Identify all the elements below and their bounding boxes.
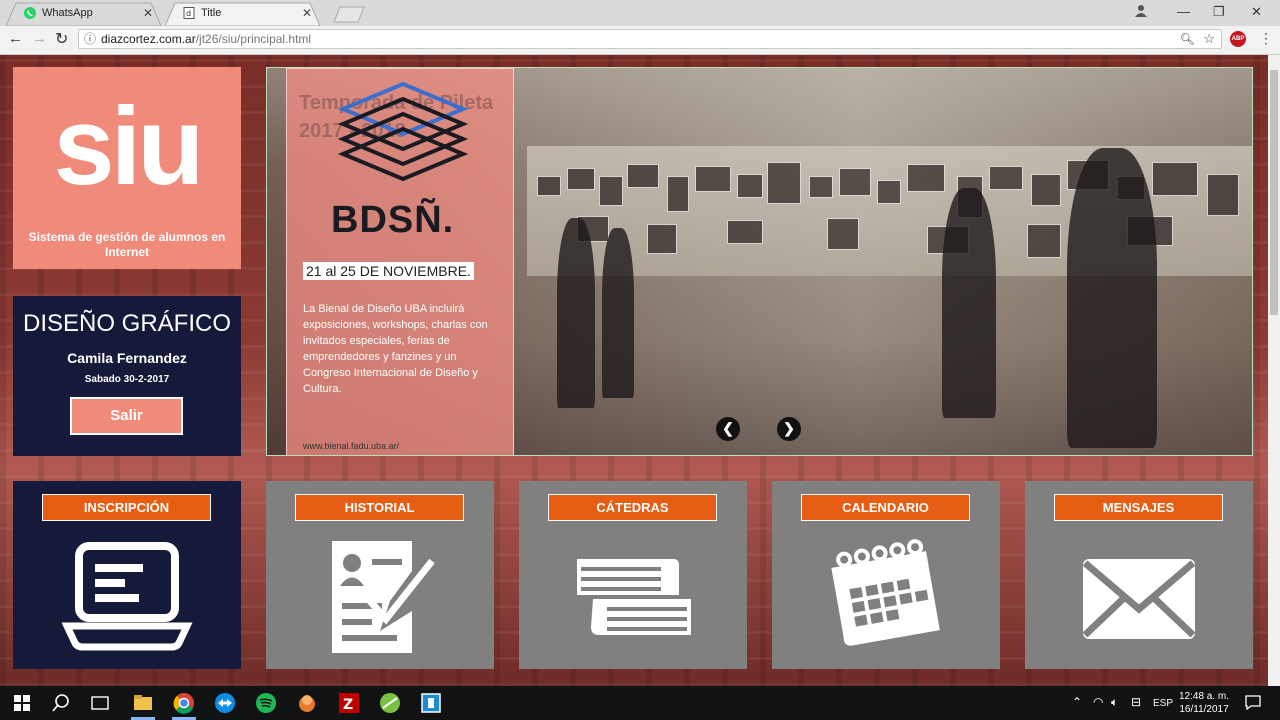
page-icon: d [183, 7, 195, 19]
svg-text:Z: Z [343, 697, 353, 713]
adblock-extension-icon[interactable]: ABP [1230, 31, 1246, 47]
reload-icon[interactable]: ↻ [55, 29, 68, 49]
logout-button[interactable]: Salir [70, 397, 183, 435]
menu-kebab-icon[interactable]: ⋮ [1259, 30, 1273, 47]
visitor-silhouette [1067, 148, 1157, 448]
calendar-icon [831, 539, 940, 646]
tab-label: Title [201, 7, 222, 19]
tab-title[interactable]: d Title ✕ [165, 2, 320, 26]
poster-brand: BDSÑ. [331, 199, 455, 241]
career-title: DISEÑO GRÁFICO [22, 310, 232, 337]
envelope-icon [1082, 559, 1196, 639]
game-app-icon[interactable] [296, 692, 318, 714]
scrollbar-thumb[interactable] [1270, 70, 1278, 315]
notifications-icon[interactable] [1244, 693, 1262, 711]
volume-icon[interactable]: 🔈︎ [1111, 695, 1118, 710]
tab-label: WhatsApp [42, 7, 93, 19]
visitor-silhouette [942, 188, 996, 418]
tile-label: CÁTEDRAS [548, 494, 717, 521]
zoom-icon[interactable]: 🔍︎ [1180, 30, 1195, 48]
siu-logo: SIU [53, 85, 205, 208]
carousel-next-button[interactable]: ❯ [777, 417, 801, 441]
carousel-prev-button[interactable]: ❮ [716, 417, 740, 441]
poster-dates: 21 al 25 DE NOVIEMBRE. [303, 262, 474, 280]
green-app-icon[interactable] [379, 692, 401, 714]
tile-label: INSCRIPCIÓN [42, 494, 211, 521]
tile-mensajes[interactable]: MENSAJES [1025, 481, 1253, 669]
spotify-icon[interactable] [255, 692, 277, 714]
wifi-icon[interactable]: ◠ [1093, 695, 1103, 709]
bookmark-star-icon[interactable]: ☆ [1203, 30, 1215, 48]
minimize-icon[interactable]: — [1177, 4, 1190, 19]
books-icon [577, 559, 691, 635]
back-icon[interactable]: ← [8, 30, 23, 47]
tile-label: MENSAJES [1054, 494, 1223, 521]
window-close-icon[interactable]: ✕ [1251, 4, 1262, 20]
stacked-layers-logo [337, 81, 469, 182]
clock-date: 16/11/2017 [1179, 704, 1229, 715]
poster-url: www.bienal.fadu.uba.ar/ [303, 441, 400, 451]
close-icon[interactable]: ✕ [302, 2, 312, 24]
info-icon[interactable]: ⓘ [84, 30, 96, 48]
windows-start-icon[interactable] [11, 692, 33, 714]
poster-description: La Bienal de Diseño UBA incluirá exposic… [303, 303, 488, 395]
address-bar[interactable]: ⓘ diazcortez.com.ar/jt26/siu/principal.h… [78, 29, 1222, 49]
chevron-up-icon[interactable]: ⌃ [1072, 695, 1082, 709]
filezilla-icon[interactable]: Z [338, 692, 360, 714]
tile-historial[interactable]: HISTORIAL [266, 481, 494, 669]
tile-label: HISTORIAL [295, 494, 464, 521]
user-name: Camila Fernandez [67, 350, 187, 366]
tile-catedras[interactable]: CÁTEDRAS [519, 481, 747, 669]
tab-whatsapp[interactable]: WhatsApp ✕ [6, 2, 161, 26]
url-host: diazcortez.com.ar [101, 32, 196, 46]
visitor-silhouette [557, 218, 595, 408]
bienal-poster[interactable]: Temporada de Pileta 2017 - 2018 BDSÑ. 21… [286, 68, 514, 455]
clock-time: 12:48 a. m. [1178, 691, 1230, 702]
user-date: Sabado 30-2-2017 [84, 374, 170, 385]
siu-logo-panel: SIU Sistema de gestión de alumnos en Int… [13, 67, 241, 269]
laptop-icon [61, 542, 193, 651]
close-icon[interactable]: ✕ [143, 2, 153, 24]
language-indicator[interactable]: ESP [1153, 698, 1173, 709]
tile-inscripcion[interactable]: INSCRIPCIÓN [13, 481, 241, 669]
resume-check-icon [332, 541, 435, 653]
whatsapp-icon [24, 7, 36, 19]
forward-icon[interactable]: → [32, 30, 47, 47]
maximize-icon[interactable]: ❐ [1213, 4, 1225, 20]
url-path: /jt26/siu/principal.html [195, 32, 312, 46]
carousel: Temporada de Pileta 2017 - 2018 BDSÑ. 21… [266, 67, 1253, 456]
siu-subtitle: Sistema de gestión de alumnos en Interne… [28, 230, 226, 259]
tile-calendario[interactable]: CALENDARIO [772, 481, 1000, 669]
tile-label: CALENDARIO [801, 494, 970, 521]
profile-icon[interactable] [1134, 3, 1148, 17]
taskbar-clock[interactable]: 12:48 a. m. 16/11/2017 [1176, 690, 1232, 716]
teamviewer-icon[interactable] [214, 692, 236, 714]
chrome-icon[interactable] [173, 692, 195, 714]
search-icon[interactable] [50, 692, 72, 714]
task-view-icon[interactable] [89, 692, 111, 714]
new-tab-button[interactable] [332, 5, 366, 23]
svg-text:d: d [186, 9, 191, 18]
blue-app-icon[interactable] [420, 692, 442, 714]
visitor-silhouette [602, 228, 634, 398]
file-explorer-icon[interactable] [132, 692, 154, 714]
user-panel: DISEÑO GRÁFICO Camila Fernandez Sabado 3… [13, 296, 241, 456]
network-icon[interactable]: ⊟ [1131, 695, 1141, 709]
